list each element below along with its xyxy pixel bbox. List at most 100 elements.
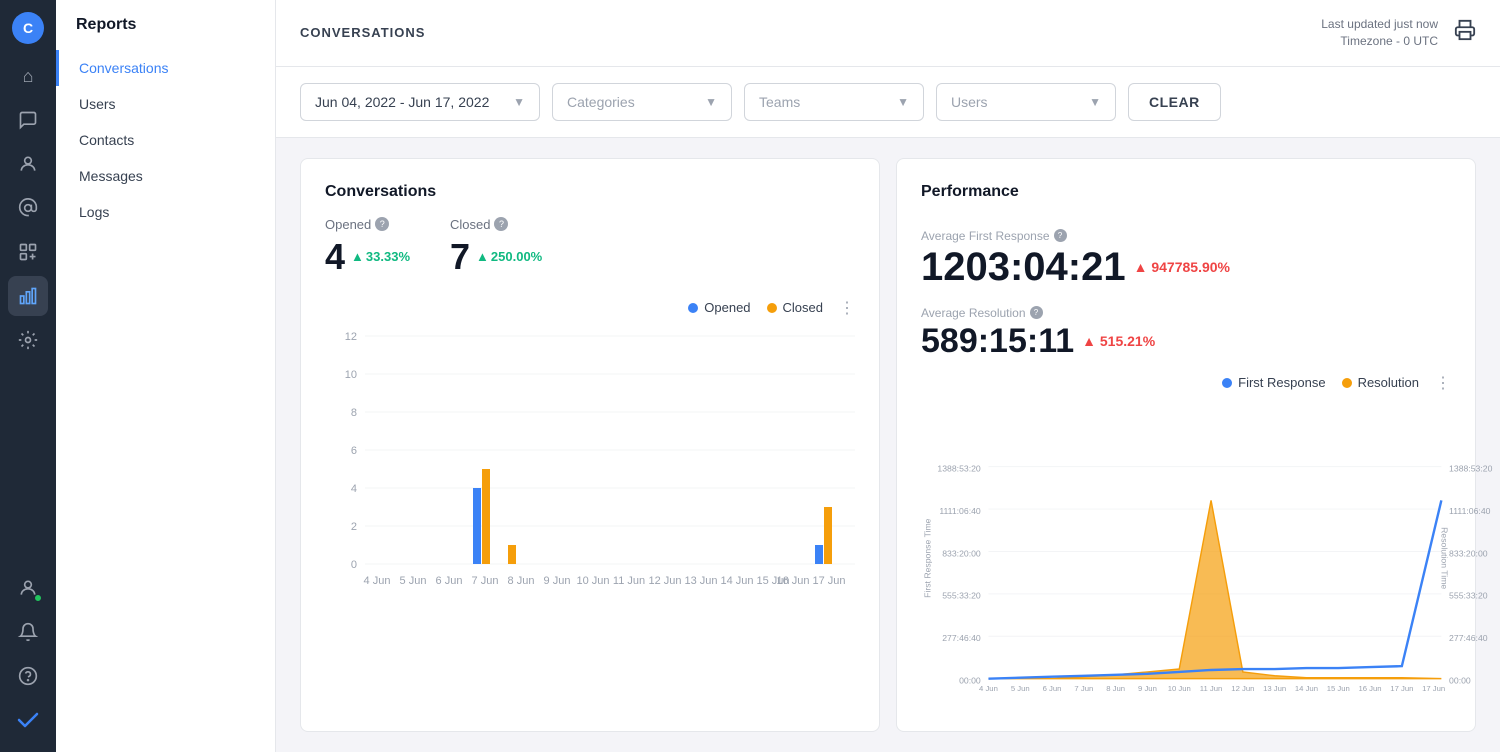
svg-text:Resolution Time: Resolution Time: [1439, 527, 1449, 589]
svg-text:5 Jun: 5 Jun: [400, 575, 427, 587]
svg-text:5 Jun: 5 Jun: [1011, 684, 1030, 693]
svg-text:7 Jun: 7 Jun: [472, 575, 499, 587]
flow-icon[interactable]: [8, 232, 48, 272]
avg-first-response-value: 1203:04:21 ▲ 947785.90%: [921, 245, 1451, 290]
avg-first-response-section: Average First Response ? 1203:04:21 ▲ 94…: [921, 229, 1451, 294]
svg-text:4 Jun: 4 Jun: [979, 684, 998, 693]
svg-text:13 Jun: 13 Jun: [684, 575, 717, 587]
nav-messages[interactable]: Messages: [56, 158, 275, 194]
date-chevron-icon: ▼: [513, 95, 525, 109]
svg-text:16 Jun: 16 Jun: [1359, 684, 1382, 693]
date-range-value: Jun 04, 2022 - Jun 17, 2022: [315, 94, 489, 110]
filters-bar: Jun 04, 2022 - Jun 17, 2022 ▼ Categories…: [276, 67, 1500, 138]
svg-text:13 Jun: 13 Jun: [1263, 684, 1286, 693]
svg-text:8: 8: [351, 407, 357, 419]
content-area: Conversations Opened ? 4 ▲ 33.33% Closed: [276, 138, 1500, 752]
svg-text:10 Jun: 10 Jun: [1168, 684, 1191, 693]
svg-text:4 Jun: 4 Jun: [364, 575, 391, 587]
first-response-legend: First Response: [1222, 375, 1325, 390]
nav-logs[interactable]: Logs: [56, 194, 275, 230]
last-updated-line1: Last updated just now: [1321, 16, 1438, 33]
chat-icon[interactable]: [8, 100, 48, 140]
users-filter[interactable]: Users ▼: [936, 83, 1116, 121]
nav-users[interactable]: Users: [56, 86, 275, 122]
svg-text:4: 4: [351, 483, 357, 495]
closed-metric: Closed ? 7 ▲ 250.00%: [450, 217, 542, 278]
icon-sidebar: C ⌂: [0, 0, 56, 752]
closed-help-icon: ?: [494, 217, 508, 231]
svg-text:2: 2: [351, 521, 357, 533]
teams-filter[interactable]: Teams ▼: [744, 83, 924, 121]
avg-resolution-value: 589:15:11 ▲ 515.21%: [921, 322, 1451, 361]
svg-text:12 Jun: 12 Jun: [648, 575, 681, 587]
main-content: CONVERSATIONS Last updated just now Time…: [276, 0, 1500, 752]
svg-text:277:46:40: 277:46:40: [942, 633, 981, 643]
svg-text:555:33:20: 555:33:20: [1449, 590, 1488, 600]
svg-text:1388:53:20: 1388:53:20: [937, 463, 981, 473]
chart-more-icon[interactable]: ⋮: [839, 298, 855, 318]
reports-icon[interactable]: [8, 276, 48, 316]
svg-text:8 Jun: 8 Jun: [508, 575, 535, 587]
svg-text:1111:06:40: 1111:06:40: [1449, 505, 1491, 515]
svg-text:14 Jun: 14 Jun: [1295, 684, 1318, 693]
notifications-icon[interactable]: [8, 612, 48, 652]
avg-resolution-section: Average Resolution ? 589:15:11 ▲ 515.21%: [921, 306, 1451, 365]
avatar: C: [12, 12, 44, 44]
header-right: Last updated just now Timezone - 0 UTC: [1321, 16, 1476, 50]
resolution-legend: Resolution: [1342, 375, 1419, 390]
resolution-change: ▲ 515.21%: [1082, 333, 1155, 349]
svg-text:17 Jun: 17 Jun: [812, 575, 845, 587]
svg-text:First Response Time: First Response Time: [923, 518, 933, 598]
home-icon[interactable]: ⌂: [8, 56, 48, 96]
svg-text:17 Jun: 17 Jun: [1390, 684, 1413, 693]
conversations-card-title: Conversations: [325, 183, 855, 201]
opened-metric: Opened ? 4 ▲ 33.33%: [325, 217, 410, 278]
nav-conversations[interactable]: Conversations: [56, 50, 275, 86]
svg-text:833:20:00: 833:20:00: [942, 548, 981, 558]
performance-card: Performance Average First Response ? 120…: [896, 158, 1476, 732]
date-range-filter[interactable]: Jun 04, 2022 - Jun 17, 2022 ▼: [300, 83, 540, 121]
performance-chart: 00:00 277:46:40 555:33:20 833:20:00 1111…: [921, 409, 1451, 707]
svg-text:833:20:00: 833:20:00: [1449, 548, 1488, 558]
svg-text:7 Jun: 7 Jun: [1074, 684, 1093, 693]
closed-legend-label: Closed: [783, 300, 823, 315]
perf-chart-more-icon[interactable]: ⋮: [1435, 373, 1451, 393]
bar-chart: 0 2 4 6 8 10 12: [325, 326, 855, 596]
clear-button[interactable]: CLEAR: [1128, 83, 1221, 121]
page-title: CONVERSATIONS: [300, 25, 425, 40]
svg-text:555:33:20: 555:33:20: [942, 590, 981, 600]
categories-filter[interactable]: Categories ▼: [552, 83, 732, 121]
settings-icon[interactable]: [8, 320, 48, 360]
print-icon[interactable]: [1454, 19, 1476, 47]
closed-legend: Closed: [767, 300, 823, 315]
svg-text:6 Jun: 6 Jun: [1043, 684, 1062, 693]
last-updated: Last updated just now Timezone - 0 UTC: [1321, 16, 1438, 50]
mentions-icon[interactable]: [8, 188, 48, 228]
avg-resolution-label: Average Resolution ?: [921, 306, 1451, 320]
contacts-icon[interactable]: [8, 144, 48, 184]
user-bottom-icon[interactable]: [8, 568, 48, 608]
svg-text:10: 10: [345, 369, 357, 381]
last-updated-line2: Timezone - 0 UTC: [1321, 33, 1438, 50]
brand-icon: [8, 700, 48, 740]
first-response-legend-label: First Response: [1238, 375, 1325, 390]
svg-text:1388:53:20: 1388:53:20: [1449, 463, 1493, 473]
svg-text:16 Jun: 16 Jun: [776, 575, 809, 587]
first-response-change: ▲ 947785.90%: [1134, 259, 1230, 275]
help-icon[interactable]: [8, 656, 48, 696]
svg-text:1111:06:40: 1111:06:40: [939, 505, 981, 515]
svg-text:00:00: 00:00: [1449, 675, 1471, 685]
svg-text:277:46:40: 277:46:40: [1449, 633, 1488, 643]
svg-text:8 Jun: 8 Jun: [1106, 684, 1125, 693]
svg-text:12: 12: [345, 331, 357, 343]
nav-contacts[interactable]: Contacts: [56, 122, 275, 158]
first-response-help-icon: ?: [1054, 229, 1067, 242]
svg-text:00:00: 00:00: [959, 675, 981, 685]
closed-change: ▲ 250.00%: [476, 249, 542, 264]
svg-text:11 Jun: 11 Jun: [613, 575, 645, 587]
line-chart-container: 00:00 277:46:40 555:33:20 833:20:00 1111…: [921, 409, 1451, 707]
svg-text:9 Jun: 9 Jun: [544, 575, 571, 587]
svg-text:17 Jun: 17 Jun: [1422, 684, 1445, 693]
svg-text:6: 6: [351, 445, 357, 457]
avg-first-response-label: Average First Response ?: [921, 229, 1451, 243]
